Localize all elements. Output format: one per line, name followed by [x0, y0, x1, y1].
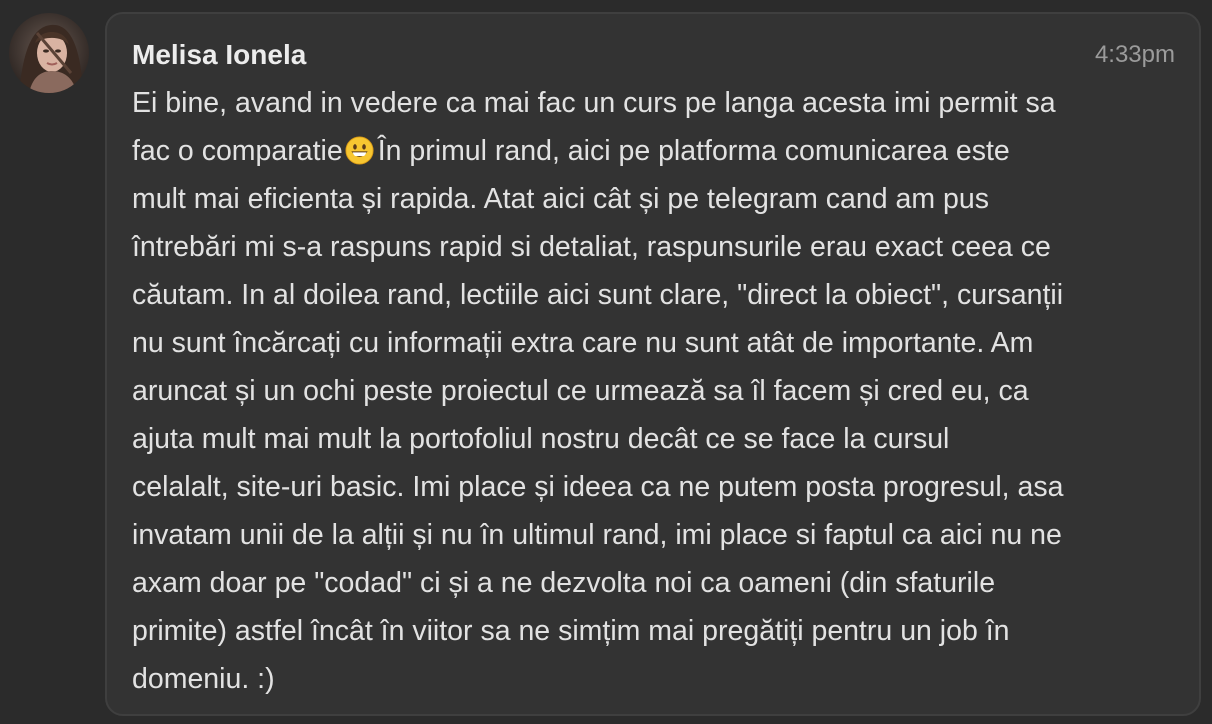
message-line: invatam unii de la alții și nu în ultimu…: [132, 519, 1062, 551]
message-line: domeniu. :): [132, 663, 275, 695]
message-line: fac o comparatie În primul rand, aici pe …: [132, 127, 1180, 175]
message-line-part: fac o comparatie: [132, 135, 343, 167]
message-line: aruncat și un ochi peste proiectul ce ur…: [132, 375, 1029, 407]
message-body: Ei bine, avand in vedere ca mai fac un c…: [132, 79, 1180, 703]
avatar-image: [9, 13, 89, 93]
message-line: ajuta mult mai mult la portofoliul nostr…: [132, 423, 950, 455]
message-author[interactable]: Melisa Ionela: [132, 38, 306, 72]
user-avatar[interactable]: [9, 13, 89, 93]
grinning-face-emoji-icon: [345, 136, 374, 165]
message-line: celalalt, site-uri basic. Imi place și i…: [132, 471, 1064, 503]
message-line: nu sunt încărcați cu informații extra ca…: [132, 327, 1034, 359]
message-line: mult mai eficienta și rapida. Atat aici …: [132, 183, 989, 215]
message-line-part: În primul rand, aici pe platforma comuni…: [377, 135, 1010, 167]
message-line: căutam. In al doilea rand, lectiile aici…: [132, 279, 1064, 311]
message-line: axam doar pe "codad" ci și a ne dezvolta…: [132, 567, 996, 599]
message-timestamp: 4:33pm: [1094, 41, 1175, 68]
message-line: întrebări mi s-a raspuns rapid si detali…: [132, 231, 1051, 263]
message-line: Ei bine, avand in vedere ca mai fac un c…: [132, 87, 1056, 119]
message-line: primite) astfel încât în viitor sa ne si…: [132, 615, 1010, 647]
